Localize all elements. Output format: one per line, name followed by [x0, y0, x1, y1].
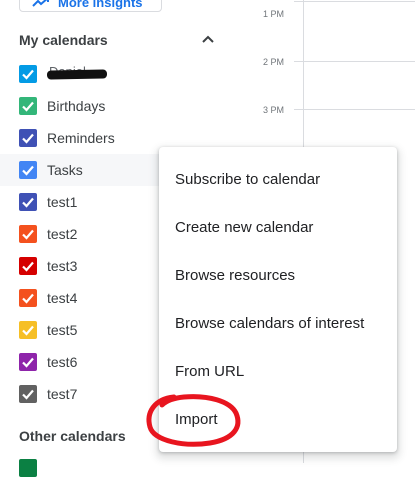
calendar-label: Birthdays: [47, 98, 106, 114]
hour-gridline: [294, 61, 415, 62]
chevron-up-icon[interactable]: [199, 30, 217, 48]
calendar-checkbox[interactable]: [19, 353, 37, 371]
hour-gridline: [294, 109, 415, 110]
calendar-label: test5: [47, 322, 78, 338]
menu-item-import[interactable]: Import: [159, 395, 397, 443]
calendar-label: test6: [47, 354, 78, 370]
time-label-1pm: 1 PM: [263, 9, 285, 19]
calendar-checkbox[interactable]: [19, 97, 37, 115]
calendar-checkbox[interactable]: [19, 65, 37, 83]
calendar-label: Tasks: [47, 162, 83, 178]
menu-item-create-new[interactable]: Create new calendar: [159, 203, 397, 251]
calendar-checkbox[interactable]: [19, 193, 37, 211]
other-calendars-heading: Other calendars: [19, 428, 126, 444]
more-insights-button[interactable]: More insights: [19, 0, 162, 12]
menu-item-browse-resources[interactable]: Browse resources: [159, 251, 397, 299]
add-calendar-menu: Subscribe to calendar Create new calenda…: [159, 147, 397, 452]
time-label-3pm: 3 PM: [263, 105, 285, 115]
calendar-label: test7: [47, 386, 78, 402]
calendar-checkbox[interactable]: [19, 161, 37, 179]
calendar-checkbox[interactable]: [19, 225, 37, 243]
calendar-item-daniel[interactable]: Daniel: [0, 58, 250, 90]
hour-gridline: [294, 1, 415, 2]
redaction-mark: [46, 69, 108, 80]
calendar-checkbox[interactable]: [19, 129, 37, 147]
my-calendars-heading: My calendars: [19, 32, 108, 48]
calendar-item-birthdays[interactable]: Birthdays: [0, 90, 250, 122]
calendar-label: test1: [47, 194, 78, 210]
trending-up-icon: [32, 0, 50, 8]
time-label-2pm: 2 PM: [263, 57, 285, 67]
menu-item-subscribe[interactable]: Subscribe to calendar: [159, 155, 397, 203]
more-insights-label: More insights: [58, 0, 143, 10]
calendar-label: test2: [47, 226, 78, 242]
menu-item-browse-interest[interactable]: Browse calendars of interest: [159, 299, 397, 347]
calendar-label: test3: [47, 258, 78, 274]
other-calendar-checkbox[interactable]: [19, 459, 37, 477]
calendar-checkbox[interactable]: [19, 289, 37, 307]
calendar-checkbox[interactable]: [19, 257, 37, 275]
calendar-checkbox[interactable]: [19, 385, 37, 403]
calendar-label: Reminders: [47, 130, 115, 146]
menu-item-from-url[interactable]: From URL: [159, 347, 397, 395]
calendar-label: test4: [47, 290, 78, 306]
calendar-checkbox[interactable]: [19, 321, 37, 339]
